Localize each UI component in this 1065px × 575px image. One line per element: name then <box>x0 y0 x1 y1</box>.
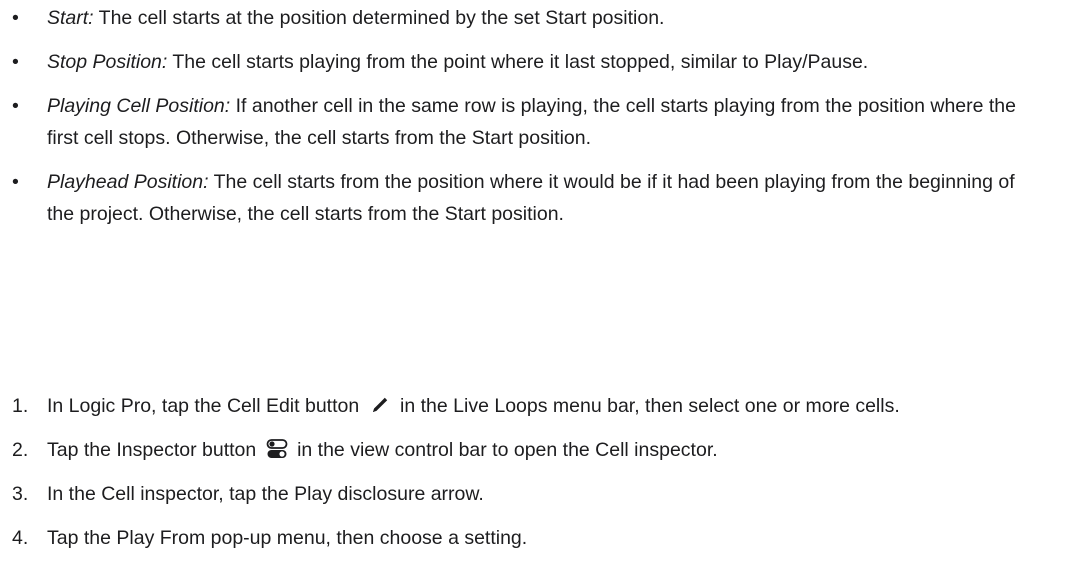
step-text: In the Cell inspector, tap the Play disc… <box>47 483 484 505</box>
document: • Start: The cell starts at the position… <box>0 0 1065 575</box>
step-item: 2. Tap the Inspector button in the view … <box>12 434 1042 466</box>
step-text-after: in the Live Loops menu bar, then select … <box>400 395 900 417</box>
list-item: • Playhead Position: The cell starts fro… <box>12 166 1042 230</box>
option-term: Playing Cell Position: <box>47 95 231 117</box>
step-text-before: In Logic Pro, tap the Cell Edit button <box>47 395 360 417</box>
option-term: Stop Position: <box>47 51 168 73</box>
step-text: Tap the Play From pop-up menu, then choo… <box>47 527 528 549</box>
play-from-options-list: • Start: The cell starts at the position… <box>12 2 1042 242</box>
step-text-after: in the view control bar to open the Cell… <box>297 439 718 461</box>
bullet: • <box>12 171 19 193</box>
option-description: The cell starts playing from the point w… <box>167 51 869 73</box>
step-item: 1. In Logic Pro, tap the Cell Edit butto… <box>12 390 1042 422</box>
step-item: 3. In the Cell inspector, tap the Play d… <box>12 478 1042 510</box>
steps-list: 1. In Logic Pro, tap the Cell Edit butto… <box>12 390 1042 566</box>
option-term: Playhead Position: <box>47 171 209 193</box>
bullet: • <box>12 95 19 117</box>
pencil-icon <box>368 393 392 417</box>
bullet: • <box>12 7 19 29</box>
step-item: 4. Tap the Play From pop-up menu, then c… <box>12 522 1042 554</box>
step-number: 1. <box>12 395 29 417</box>
option-term: Start: <box>47 7 94 29</box>
option-description: The cell starts at the position determin… <box>93 7 665 29</box>
list-item: • Stop Position: The cell starts playing… <box>12 46 1042 78</box>
step-number: 3. <box>12 483 29 505</box>
list-item: • Start: The cell starts at the position… <box>12 2 1042 34</box>
list-item: • Playing Cell Position: If another cell… <box>12 90 1042 154</box>
step-text-before: Tap the Inspector button <box>47 439 257 461</box>
step-number: 4. <box>12 527 29 549</box>
bullet: • <box>12 51 19 73</box>
step-number: 2. <box>12 439 29 461</box>
inspector-toggle-icon <box>265 437 289 461</box>
